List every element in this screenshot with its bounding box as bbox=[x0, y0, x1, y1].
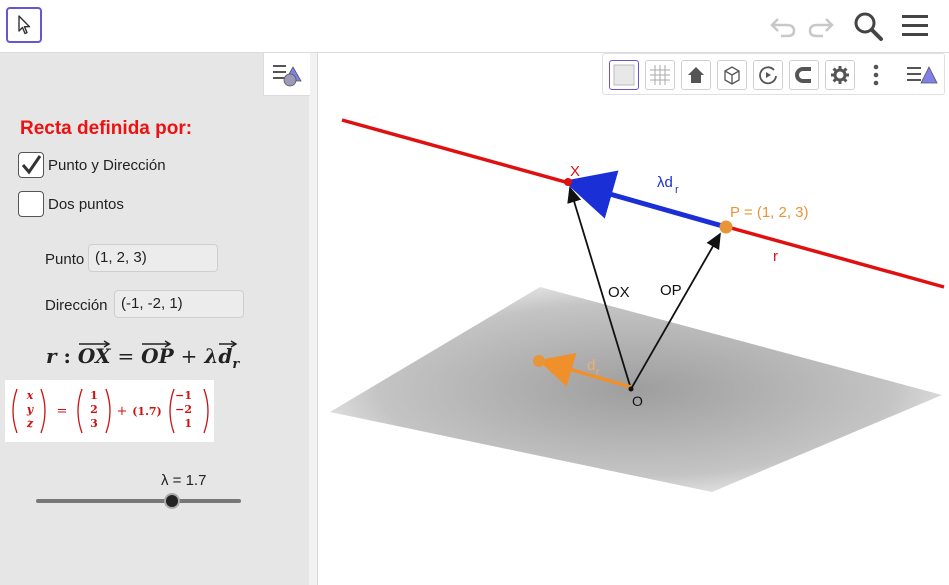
rotate-icon bbox=[759, 66, 777, 85]
graphics-3d-view[interactable]: X P = (1, 2, 3) r OX OP O λd r d r bbox=[318, 96, 949, 585]
label-direction-d: d bbox=[587, 357, 595, 374]
vector-arrow-icon bbox=[219, 340, 238, 348]
label-point-p: P = (1, 2, 3) bbox=[730, 204, 809, 221]
matrix-var-x: x bbox=[26, 389, 34, 402]
style-bar-icon bbox=[273, 65, 302, 87]
redo-icon bbox=[808, 18, 834, 38]
matrix-coefficient: (1.7) bbox=[132, 405, 162, 418]
style-bar-icon bbox=[907, 66, 938, 84]
eq-lambda: λ bbox=[204, 344, 219, 368]
matrix-plus: + bbox=[117, 404, 128, 419]
xy-plane[interactable] bbox=[330, 287, 942, 492]
undo-button[interactable] bbox=[768, 12, 798, 40]
eq-vector-op: OP bbox=[141, 340, 174, 368]
eq-d-sub: r bbox=[232, 357, 240, 372]
rotate-view-button[interactable] bbox=[753, 60, 783, 90]
search-icon bbox=[854, 12, 883, 41]
point-input[interactable]: (1, 2, 3) bbox=[88, 244, 218, 272]
graphics-style-bar bbox=[602, 53, 945, 95]
vector-arrow-icon bbox=[78, 340, 111, 348]
checkbox-two-points-label: Dos puntos bbox=[48, 196, 124, 213]
matrix-point-2: 2 bbox=[90, 403, 98, 416]
matrix-equation-graphic: x y z 1 2 3 −1 −2 1 = + (1.7) bbox=[12, 388, 209, 434]
grid-icon bbox=[650, 65, 670, 85]
lambda-slider-handle[interactable] bbox=[164, 493, 180, 509]
home-view-button[interactable] bbox=[681, 60, 711, 90]
vector-lambda-dr[interactable] bbox=[563, 170, 727, 230]
line-vector-equation: r : OX = OP + λ dr bbox=[46, 340, 240, 372]
label-line-r: r bbox=[773, 248, 778, 265]
more-vertical-icon bbox=[873, 64, 879, 86]
menu-icon bbox=[902, 15, 928, 36]
magnet-icon bbox=[795, 67, 811, 83]
move-tool-button[interactable] bbox=[6, 7, 42, 43]
label-vector-op: OP bbox=[660, 282, 682, 299]
direction-field-label: Dirección bbox=[45, 297, 108, 314]
panel-divider[interactable] bbox=[309, 53, 318, 585]
label-lambda-dr-sub: r bbox=[675, 184, 679, 196]
parametric-matrix-equation: x y z 1 2 3 −1 −2 1 = + (1.7) bbox=[5, 380, 214, 442]
graphics-style-bar-toggle[interactable] bbox=[903, 60, 941, 90]
grid-button[interactable] bbox=[645, 60, 675, 90]
eq-vector-ox: OX bbox=[78, 340, 110, 368]
more-options-button[interactable] bbox=[861, 60, 891, 90]
label-vector-ox: OX bbox=[608, 284, 630, 301]
matrix-dir-2: −2 bbox=[175, 403, 192, 416]
vector-arrow-icon bbox=[142, 340, 172, 348]
panel-heading: Recta definida por: bbox=[20, 118, 193, 139]
redo-button[interactable] bbox=[806, 12, 836, 40]
origin-point[interactable] bbox=[628, 386, 634, 392]
move-cursor-icon bbox=[18, 15, 31, 35]
algebra-style-bar-toggle[interactable] bbox=[263, 53, 310, 96]
eq-plus: + bbox=[180, 344, 198, 368]
cube-view-button[interactable] bbox=[717, 60, 747, 90]
main-menu-button[interactable] bbox=[898, 11, 932, 41]
checkbox-point-direction-label: Punto y Dirección bbox=[48, 157, 166, 174]
eq-line-name: r bbox=[46, 344, 57, 368]
direction-vector-tip-point[interactable] bbox=[533, 355, 545, 367]
gear-icon bbox=[831, 66, 849, 84]
point-field-label: Punto bbox=[45, 251, 85, 268]
checkbox-point-direction[interactable] bbox=[18, 152, 44, 178]
settings-button[interactable] bbox=[825, 60, 855, 90]
top-toolbar bbox=[0, 0, 949, 53]
label-origin: O bbox=[632, 393, 643, 409]
eq-colon: : bbox=[63, 344, 71, 368]
background-icon bbox=[613, 64, 635, 86]
lambda-slider-label: λ = 1.7 bbox=[161, 472, 207, 489]
undo-icon bbox=[770, 18, 796, 38]
matrix-dir-3: 1 bbox=[184, 417, 192, 430]
label-point-x: X bbox=[570, 163, 580, 180]
eq-equals: = bbox=[117, 344, 135, 368]
matrix-var-z: z bbox=[26, 417, 34, 430]
matrix-point-1: 1 bbox=[90, 389, 98, 402]
matrix-point-3: 3 bbox=[90, 417, 98, 430]
home-icon bbox=[688, 67, 704, 83]
checkbox-two-points[interactable] bbox=[18, 191, 44, 217]
point-p[interactable] bbox=[719, 220, 733, 234]
matrix-dir-1: −1 bbox=[175, 389, 192, 402]
matrix-var-y: y bbox=[26, 403, 35, 416]
eq-vector-dr: dr bbox=[218, 340, 240, 372]
checkmark-icon bbox=[21, 155, 42, 175]
search-button[interactable] bbox=[851, 10, 885, 42]
matrix-equals: = bbox=[57, 404, 68, 419]
cube-view-icon bbox=[724, 66, 740, 85]
background-button[interactable] bbox=[609, 60, 639, 90]
magnet-button[interactable] bbox=[789, 60, 819, 90]
lambda-slider-track[interactable] bbox=[36, 499, 241, 503]
direction-input[interactable]: (-1, -2, 1) bbox=[114, 290, 244, 318]
label-lambda-dr: λd bbox=[657, 174, 673, 191]
